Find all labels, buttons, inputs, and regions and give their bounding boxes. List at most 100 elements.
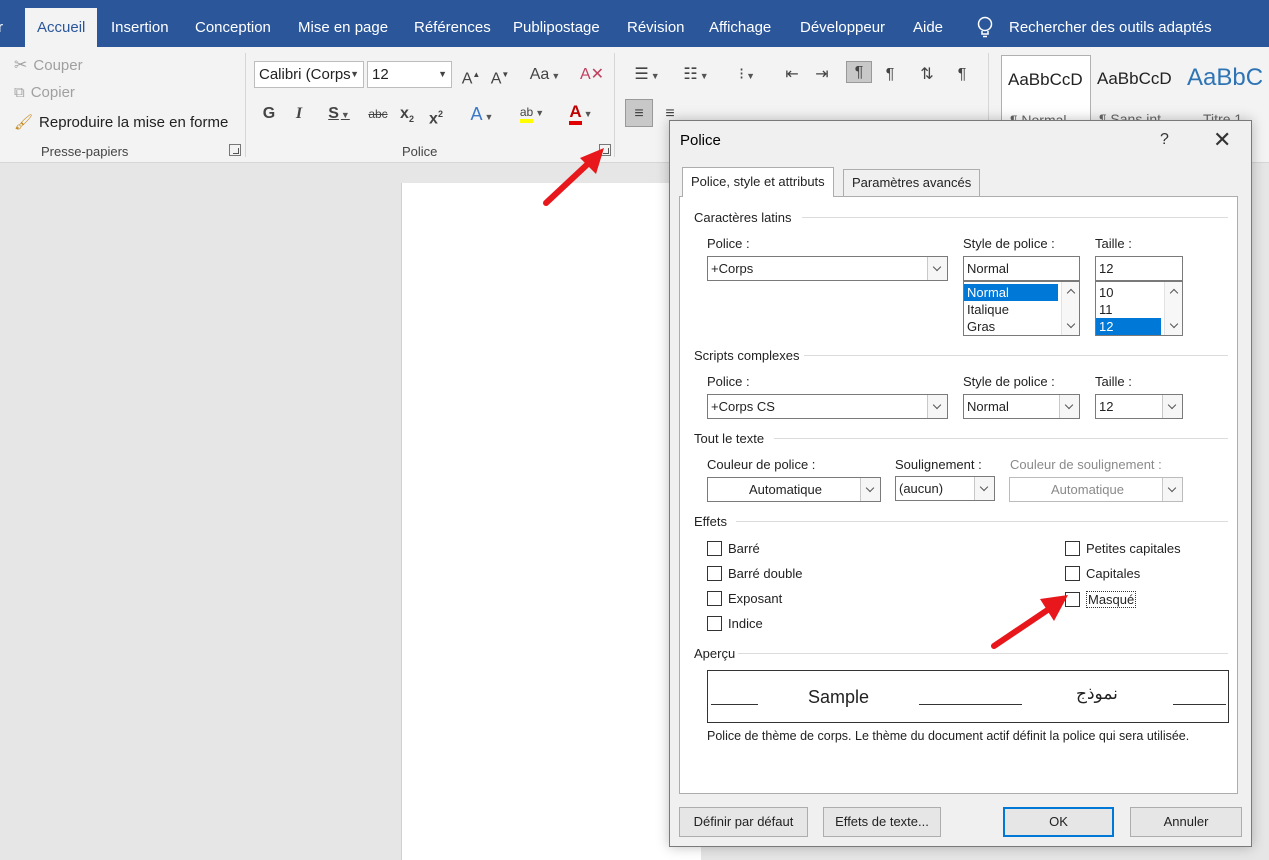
clear-formatting-icon[interactable]: A✕ xyxy=(580,64,604,86)
tab-publipostage[interactable]: Publipostage xyxy=(513,0,600,47)
font-color-icon[interactable]: A ▼ xyxy=(561,101,601,125)
latin-font-value: +Corps xyxy=(711,261,754,276)
checkbox-masque[interactable]: Masqué xyxy=(1065,591,1137,608)
right-to-left-icon[interactable]: ¶ xyxy=(879,64,901,86)
tab-developpeur[interactable]: Développeur xyxy=(800,0,885,47)
scrollbar[interactable] xyxy=(1164,282,1182,335)
tab-conception[interactable]: Conception xyxy=(195,0,271,47)
bold-icon[interactable]: G xyxy=(260,103,278,125)
dropdown-arrow-icon[interactable] xyxy=(1162,395,1182,418)
latin-style-input[interactable]: Normal xyxy=(963,256,1080,281)
close-icon[interactable]: ✕ xyxy=(1213,127,1231,153)
font-color-field[interactable]: Automatique xyxy=(707,477,881,502)
dropdown-arrow-icon[interactable] xyxy=(1059,395,1079,418)
latin-style-value: Normal xyxy=(967,261,1009,276)
numbering-icon[interactable]: ☷ ▼ xyxy=(676,64,716,86)
set-default-button[interactable]: Définir par défaut xyxy=(679,807,808,837)
sort-icon[interactable]: ⇅ xyxy=(916,64,938,86)
tab-references[interactable]: Références xyxy=(414,0,491,47)
tab-affichage[interactable]: Affichage xyxy=(709,0,771,47)
checkbox-box[interactable] xyxy=(707,591,722,606)
highlight-color-icon[interactable]: ab ▼ xyxy=(512,101,552,123)
style-normal[interactable]: AaBbCcD ¶ Normal xyxy=(1001,55,1091,128)
tab-accueil[interactable]: Accueil xyxy=(25,8,98,47)
latin-size-list[interactable]: 10 11 12 xyxy=(1095,281,1183,336)
dropdown-arrow-icon[interactable] xyxy=(927,257,947,280)
tab-fichier[interactable]: r xyxy=(0,0,3,47)
chevron-up-icon[interactable] xyxy=(1169,288,1179,298)
complex-size-field[interactable]: 12 xyxy=(1095,394,1183,419)
ribbon-tab-bar: r Accueil Insertion Conception Mise en p… xyxy=(0,0,1269,47)
subscript-icon[interactable]: x2 xyxy=(397,103,417,125)
show-marks-icon[interactable]: ¶ xyxy=(951,64,973,86)
clipboard-dialog-launcher[interactable] xyxy=(229,144,241,156)
strikethrough-icon[interactable]: abc xyxy=(366,103,390,125)
checkbox-box[interactable] xyxy=(1065,541,1080,556)
complex-font-field[interactable]: +Corps CS xyxy=(707,394,948,419)
multilevel-list-icon[interactable]: ⁝ ▼ xyxy=(727,64,767,86)
increase-indent-icon[interactable]: ⇥ xyxy=(811,64,833,86)
list-item[interactable]: 12 xyxy=(1096,318,1161,335)
checkbox-box[interactable] xyxy=(1065,566,1080,581)
help-button[interactable]: ? xyxy=(1160,131,1169,149)
latin-style-list[interactable]: Normal Italique Gras xyxy=(963,281,1080,336)
tab-advanced-settings[interactable]: Paramètres avancés xyxy=(843,169,981,197)
checkbox-capitales[interactable]: Capitales xyxy=(1065,566,1140,581)
checkbox-barre[interactable]: Barré xyxy=(707,541,760,556)
checkbox-box[interactable] xyxy=(707,566,722,581)
document-page[interactable] xyxy=(401,183,701,860)
bullets-icon[interactable]: ☰ ▼ xyxy=(627,64,667,86)
tab-aide[interactable]: Aide xyxy=(913,0,943,47)
grow-font-icon[interactable]: A▲ xyxy=(461,64,481,87)
tab-revision[interactable]: Révision xyxy=(627,0,685,47)
dropdown-arrow-icon[interactable] xyxy=(927,395,947,418)
font-name-combo[interactable]: Calibri (Corps ▼ xyxy=(254,61,364,88)
scrollbar[interactable] xyxy=(1061,282,1079,335)
checkbox-exposant[interactable]: Exposant xyxy=(707,591,782,606)
tell-me-search[interactable]: Rechercher des outils adaptés xyxy=(1009,0,1212,47)
checkbox-petites-capitales[interactable]: Petites capitales xyxy=(1065,541,1181,556)
left-to-right-icon[interactable]: ¶ xyxy=(846,61,872,83)
font-size-combo[interactable]: 12 ▼ xyxy=(367,61,452,88)
change-case-icon[interactable]: Aa ▼ xyxy=(527,64,563,86)
text-effects-icon[interactable]: A ▼ xyxy=(464,103,500,125)
dropdown-arrow-icon[interactable] xyxy=(974,477,994,500)
align-left-icon[interactable]: ≡ xyxy=(625,99,653,127)
chevron-down-icon[interactable] xyxy=(1169,319,1179,329)
font-name-value: Calibri (Corps xyxy=(259,66,351,83)
checkbox-label: Barré xyxy=(728,541,760,556)
latin-size-input[interactable]: 12 xyxy=(1095,256,1183,281)
chevron-down-icon[interactable] xyxy=(1066,319,1076,329)
chevron-up-icon[interactable] xyxy=(1066,288,1076,298)
underline-field[interactable]: (aucun) xyxy=(895,476,995,501)
text-effects-button[interactable]: Effets de texte... xyxy=(823,807,941,837)
tab-insertion[interactable]: Insertion xyxy=(111,0,169,47)
italic-icon[interactable]: I xyxy=(290,103,308,125)
underline-color-field[interactable]: Automatique xyxy=(1009,477,1183,502)
checkbox-box[interactable] xyxy=(707,616,722,631)
ok-button[interactable]: OK xyxy=(1003,807,1114,837)
style-heading-1[interactable]: AaBbC Titre 1 xyxy=(1181,55,1269,127)
format-painter-button[interactable]: 🖌 Reproduire la mise en forme xyxy=(14,113,228,132)
underline-icon[interactable]: S ▼ xyxy=(320,103,358,125)
style-no-spacing[interactable]: AaBbCcD ¶ Sans int... xyxy=(1091,55,1181,127)
superscript-icon[interactable]: x2 xyxy=(426,103,446,127)
checkbox-box[interactable] xyxy=(707,541,722,556)
copy-button[interactable]: ⧉ Copier xyxy=(14,84,75,101)
complex-style-field[interactable]: Normal xyxy=(963,394,1080,419)
group-separator xyxy=(614,53,615,157)
checkbox-indice[interactable]: Indice xyxy=(707,616,763,631)
list-item[interactable]: Normal xyxy=(964,284,1058,301)
dropdown-arrow-icon[interactable] xyxy=(860,478,880,501)
shrink-font-icon[interactable]: A▼ xyxy=(490,64,510,87)
cut-button[interactable]: ✂ Couper xyxy=(14,55,83,75)
latin-font-field[interactable]: +Corps xyxy=(707,256,948,281)
divider xyxy=(802,217,1228,218)
tab-mise-en-page[interactable]: Mise en page xyxy=(298,0,388,47)
tab-font-style-attributes[interactable]: Police, style et attributs xyxy=(682,167,834,197)
cancel-button[interactable]: Annuler xyxy=(1130,807,1242,837)
latin-size-label: Taille : xyxy=(1095,236,1132,251)
decrease-indent-icon[interactable]: ⇤ xyxy=(781,64,803,86)
dropdown-arrow-icon[interactable] xyxy=(1162,478,1182,501)
checkbox-barre-double[interactable]: Barré double xyxy=(707,566,802,581)
